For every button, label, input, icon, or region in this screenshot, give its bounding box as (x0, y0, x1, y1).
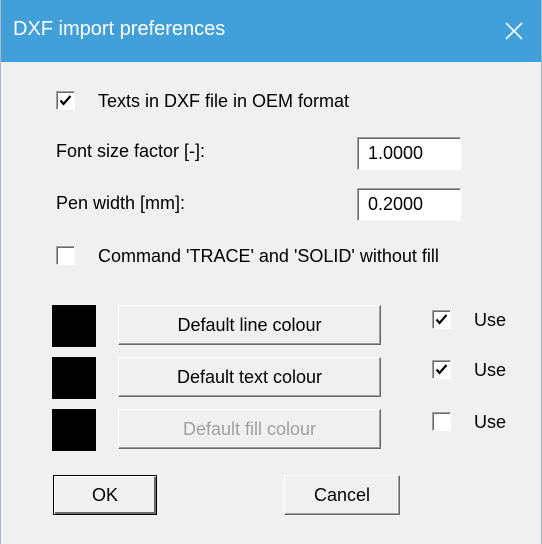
default-text-colour-button[interactable]: Default text colour (118, 357, 381, 397)
text-colour-swatch (52, 357, 96, 399)
checkmark-icon (59, 95, 72, 106)
pen-width-input[interactable]: 0.2000 (357, 188, 461, 221)
title-bar: DXF import preferences (1, 0, 541, 62)
default-fill-colour-button: Default fill colour (118, 409, 381, 449)
use-line-colour-label: Use (474, 310, 507, 330)
close-button[interactable] (487, 0, 541, 62)
use-line-colour-checkbox[interactable] (432, 310, 451, 329)
use-fill-colour-label: Use (474, 412, 507, 432)
ok-button[interactable]: OK (53, 475, 157, 515)
line-colour-swatch (52, 305, 96, 347)
checkmark-icon (435, 364, 448, 375)
trace-solid-checkbox[interactable] (56, 246, 75, 265)
oem-format-checkbox[interactable] (56, 91, 75, 110)
font-size-factor-input[interactable]: 1.0000 (357, 137, 461, 170)
oem-format-label: Texts in DXF file in OEM format (98, 91, 350, 111)
use-fill-colour-checkbox[interactable] (432, 412, 451, 431)
trace-solid-label: Command 'TRACE' and 'SOLID' without fill (98, 246, 439, 266)
dxf-import-dialog: DXF import preferences Texts in DXF file… (0, 0, 542, 544)
dialog-body: Texts in DXF file in OEM format Font siz… (1, 62, 541, 544)
fill-colour-swatch (52, 409, 96, 451)
pen-width-label: Pen width [mm]: (56, 193, 186, 213)
use-text-colour-checkbox[interactable] (432, 360, 451, 379)
close-icon (505, 22, 523, 40)
checkmark-icon (435, 314, 448, 325)
dialog-title: DXF import preferences (13, 18, 226, 40)
use-text-colour-label: Use (474, 360, 507, 380)
font-size-factor-label: Font size factor [-]: (56, 141, 206, 161)
cancel-button[interactable]: Cancel (284, 475, 400, 515)
default-line-colour-button[interactable]: Default line colour (118, 305, 381, 345)
